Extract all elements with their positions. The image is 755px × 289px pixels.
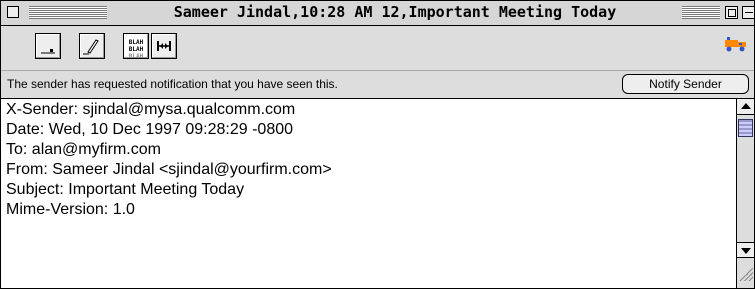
close-box[interactable] bbox=[7, 6, 19, 18]
blah-line: BLAH bbox=[128, 46, 144, 53]
scroll-up-button[interactable] bbox=[737, 99, 754, 115]
edit-message-button[interactable] bbox=[79, 33, 105, 59]
resize-grip-icon[interactable] bbox=[738, 266, 753, 281]
header-line-x-sender: X-Sender: sjindal@mysa.qualcomm.com bbox=[6, 101, 296, 118]
header-line-subject: Subject: Important Meeting Today bbox=[6, 181, 245, 198]
header-line-to: To: alan@myfirm.com bbox=[6, 141, 161, 158]
width-icon bbox=[157, 41, 171, 51]
window-title: Sameer Jindal,10:28 AM 12,Important Meet… bbox=[113, 2, 677, 23]
scroll-thumb[interactable] bbox=[738, 119, 753, 137]
pencil-edit-icon bbox=[83, 39, 99, 55]
blah-button[interactable]: BLAH BLAH BLAH bbox=[123, 33, 149, 60]
signature-icon bbox=[41, 49, 55, 54]
message-window: Sameer Jindal,10:28 AM 12,Important Meet… bbox=[0, 0, 755, 289]
text-width-button[interactable] bbox=[151, 33, 177, 59]
header-line-date: Date: Wed, 10 Dec 1997 09:28:29 -0800 bbox=[6, 121, 294, 138]
zoom-box[interactable] bbox=[725, 6, 738, 19]
title-bar-stripes bbox=[682, 6, 720, 19]
blah-text-icon: BLAH BLAH BLAH bbox=[124, 34, 148, 60]
collapse-box[interactable] bbox=[742, 6, 754, 19]
scroll-down-button[interactable] bbox=[737, 242, 754, 258]
blah-line: BLAH bbox=[128, 53, 144, 60]
toolbar bbox=[1, 26, 754, 71]
header-line-from: From: Sameer Jindal <sjindal@yourfirm.co… bbox=[6, 161, 332, 178]
title-bar-stripes bbox=[29, 6, 107, 19]
notification-message: The sender has requested notification th… bbox=[7, 77, 338, 91]
notify-sender-button[interactable]: Notify Sender bbox=[622, 74, 749, 94]
vertical-scrollbar[interactable] bbox=[736, 99, 754, 288]
title-bar[interactable]: Sameer Jindal,10:28 AM 12,Important Meet… bbox=[1, 1, 754, 26]
blah-line: BLAH bbox=[128, 39, 144, 46]
message-body[interactable]: X-Sender: sjindal@mysa.qualcomm.com Date… bbox=[1, 99, 736, 288]
up-arrow-icon bbox=[741, 103, 751, 109]
priority-truck-icon[interactable] bbox=[724, 35, 748, 53]
down-arrow-icon bbox=[741, 248, 751, 254]
signature-button[interactable] bbox=[35, 33, 61, 59]
header-line-mime-version: Mime-Version: 1.0 bbox=[6, 201, 135, 218]
